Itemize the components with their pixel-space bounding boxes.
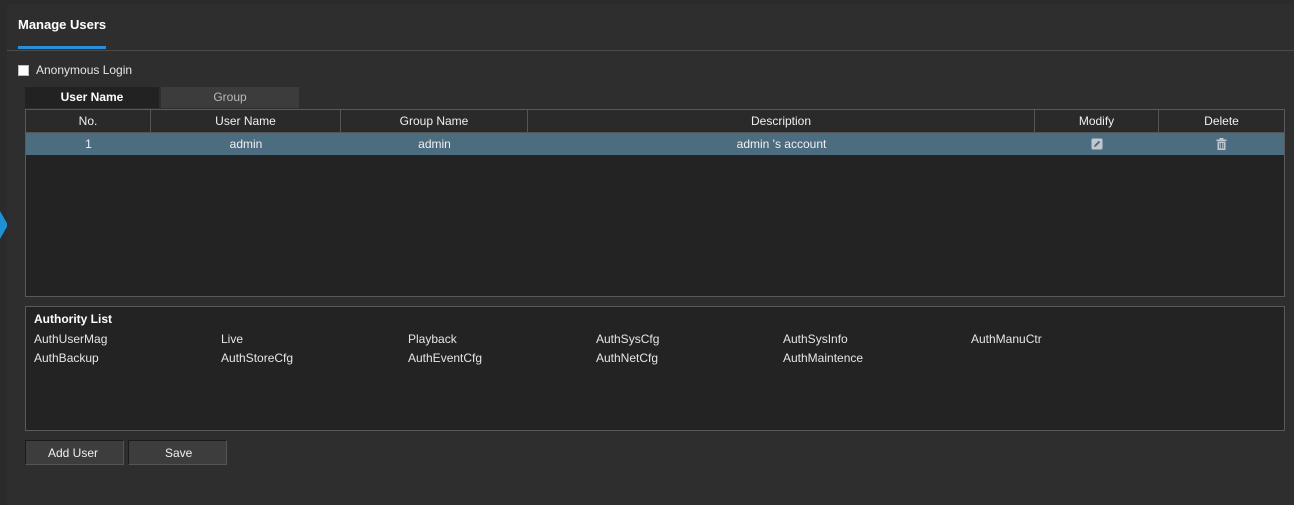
row-delete-cell <box>1159 133 1284 155</box>
row-user-name: admin <box>229 137 263 151</box>
column-header-description: Description <box>528 110 1035 132</box>
authority-item: AuthSysCfg <box>596 332 660 346</box>
column-header-no: No. <box>26 110 151 132</box>
title-underline <box>18 46 106 49</box>
tab-group[interactable]: Group <box>161 87 299 108</box>
authority-item: AuthNetCfg <box>596 351 659 365</box>
authority-list: Authority List AuthUserMag Live Playback… <box>25 306 1285 431</box>
edit-icon[interactable] <box>1091 138 1103 150</box>
table-header-row: No. User Name Group Name Description Mod… <box>26 110 1284 133</box>
row-description: admin 's account <box>736 137 827 151</box>
authority-item: Playback <box>408 332 457 346</box>
title-bar: Manage Users <box>7 4 1294 51</box>
column-header-user-name: User Name <box>151 110 341 132</box>
row-group-name: admin <box>418 137 451 151</box>
save-button[interactable]: Save <box>128 440 227 465</box>
authority-item: AuthMaintence <box>783 351 864 365</box>
authority-item: AuthSysInfo <box>783 332 848 346</box>
tab-user-name[interactable]: User Name <box>25 87 159 108</box>
add-user-button[interactable]: Add User <box>25 440 124 465</box>
anonymous-login-toggle[interactable]: Anonymous Login <box>18 63 132 77</box>
authority-item: Live <box>221 332 244 346</box>
column-header-modify: Modify <box>1035 110 1159 132</box>
authority-item: AuthUserMag <box>34 332 108 346</box>
row-no: 1 <box>85 137 92 151</box>
authority-item: AuthStoreCfg <box>221 351 294 365</box>
row-modify-cell <box>1035 133 1159 155</box>
anonymous-login-label: Anonymous Login <box>36 63 133 77</box>
table-row[interactable]: 1 admin admin admin 's account <box>26 133 1284 155</box>
user-tabs: User Name Group <box>25 87 299 108</box>
authority-item: AuthManuCtr <box>971 332 1042 346</box>
column-header-group-name: Group Name <box>341 110 528 132</box>
authority-list-title: Authority List <box>34 312 112 326</box>
authority-item: AuthEventCfg <box>408 351 483 365</box>
users-table: No. User Name Group Name Description Mod… <box>25 109 1285 297</box>
trash-icon[interactable] <box>1216 138 1227 150</box>
anonymous-login-checkbox[interactable] <box>18 64 29 76</box>
authority-item: AuthBackup <box>34 351 99 365</box>
page-title: Manage Users <box>18 17 107 32</box>
column-header-delete: Delete <box>1204 114 1239 128</box>
